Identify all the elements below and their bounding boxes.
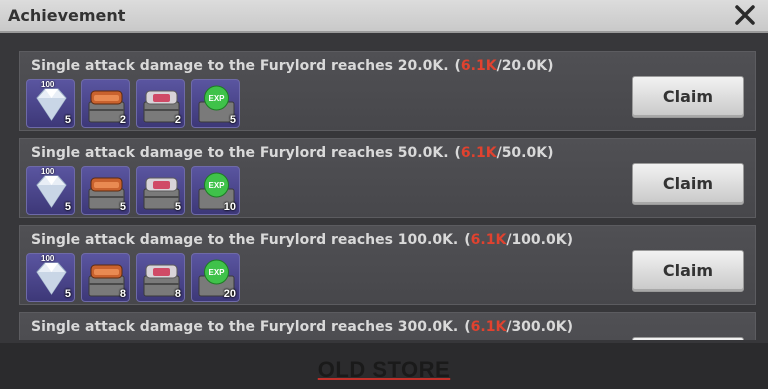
bottom-bar: OLD STORE: [0, 343, 768, 389]
reward-qty: 5: [229, 114, 236, 126]
claim-button[interactable]: Claim: [632, 250, 744, 292]
achievement-description: Single attack damage to the Furylord rea…: [31, 145, 449, 161]
achievement-item: Single attack damage to the Furylord rea…: [19, 138, 756, 218]
reward-qty: 20: [223, 288, 236, 300]
reward-pink-chest[interactable]: 2: [136, 79, 185, 128]
svg-text:EXP: EXP: [208, 181, 225, 190]
achievement-title: Single attack damage to the Furylord rea…: [31, 58, 553, 74]
reward-qty: 5: [64, 201, 71, 213]
reward-qty: 2: [174, 114, 181, 126]
achievement-progress: (6.1K/20.0K): [454, 58, 554, 74]
reward-qty: 8: [174, 288, 181, 300]
progress-current: 6.1K: [470, 232, 507, 248]
svg-text:EXP: EXP: [208, 268, 225, 277]
achievement-description: Single attack damage to the Furylord rea…: [31, 319, 459, 335]
reward-qty: 5: [174, 201, 181, 213]
reward-pink-chest[interactable]: 8: [136, 253, 185, 302]
reward-diamond[interactable]: 100 5: [26, 253, 75, 302]
achievement-progress: (6.1K/300.0K): [464, 319, 573, 335]
reward-list: 100 5 8 8 EXP 20: [26, 253, 240, 303]
reward-badge: 100: [41, 80, 55, 89]
achievement-item: Single attack damage to the Furylord rea…: [19, 51, 756, 131]
achievement-list[interactable]: Single attack damage to the Furylord rea…: [0, 40, 768, 340]
achievement-progress: (6.1K/100.0K): [464, 232, 573, 248]
progress-current: 6.1K: [460, 145, 497, 161]
achievement-progress: (6.1K/50.0K): [454, 145, 554, 161]
reward-pink-chest[interactable]: 5: [136, 166, 185, 215]
reward-exp-chest[interactable]: EXP 10: [191, 166, 240, 215]
reward-copper-chest[interactable]: 5: [81, 166, 130, 215]
achievement-title: Single attack damage to the Furylord rea…: [31, 232, 573, 248]
reward-badge: 100: [41, 167, 55, 176]
reward-qty: 2: [119, 114, 126, 126]
progress-target: /50.0K): [496, 145, 554, 161]
achievement-item: Single attack damage to the Furylord rea…: [19, 312, 756, 340]
progress-current: 6.1K: [460, 58, 497, 74]
claim-button[interactable]: Claim: [632, 76, 744, 118]
reward-copper-chest[interactable]: 2: [81, 79, 130, 128]
reward-qty: 5: [119, 201, 126, 213]
achievement-screen: Achievement Single attack damage to the …: [0, 0, 768, 389]
progress-target: /20.0K): [496, 58, 554, 74]
reward-diamond[interactable]: 100 5: [26, 79, 75, 128]
close-icon: [735, 5, 755, 25]
achievement-title: Single attack damage to the Furylord rea…: [31, 145, 553, 161]
achievement-item: Single attack damage to the Furylord rea…: [19, 225, 756, 305]
reward-qty: 5: [64, 288, 71, 300]
reward-qty: 5: [64, 114, 71, 126]
svg-text:EXP: EXP: [208, 94, 225, 103]
reward-exp-chest[interactable]: EXP 20: [191, 253, 240, 302]
progress-target: /300.0K): [506, 319, 573, 335]
achievement-description: Single attack damage to the Furylord rea…: [31, 58, 449, 74]
reward-qty: 8: [119, 288, 126, 300]
reward-qty: 10: [223, 201, 236, 213]
progress-current: 6.1K: [470, 319, 507, 335]
reward-badge: 100: [41, 254, 55, 263]
header-bar: Achievement: [0, 0, 768, 33]
reward-list: 100 5 2 2 EXP 5: [26, 79, 240, 129]
claim-button[interactable]: Claim: [632, 163, 744, 205]
achievement-title: Single attack damage to the Furylord rea…: [31, 319, 573, 335]
page-title: Achievement: [8, 6, 126, 25]
reward-list: 100 5 5 5 EXP 10: [26, 166, 240, 216]
reward-diamond[interactable]: 100 5: [26, 166, 75, 215]
old-store-link[interactable]: OLD STORE: [0, 357, 768, 383]
reward-copper-chest[interactable]: 8: [81, 253, 130, 302]
close-button[interactable]: [732, 2, 758, 28]
claim-button[interactable]: [632, 337, 744, 340]
achievement-description: Single attack damage to the Furylord rea…: [31, 232, 459, 248]
progress-target: /100.0K): [506, 232, 573, 248]
reward-exp-chest[interactable]: EXP 5: [191, 79, 240, 128]
